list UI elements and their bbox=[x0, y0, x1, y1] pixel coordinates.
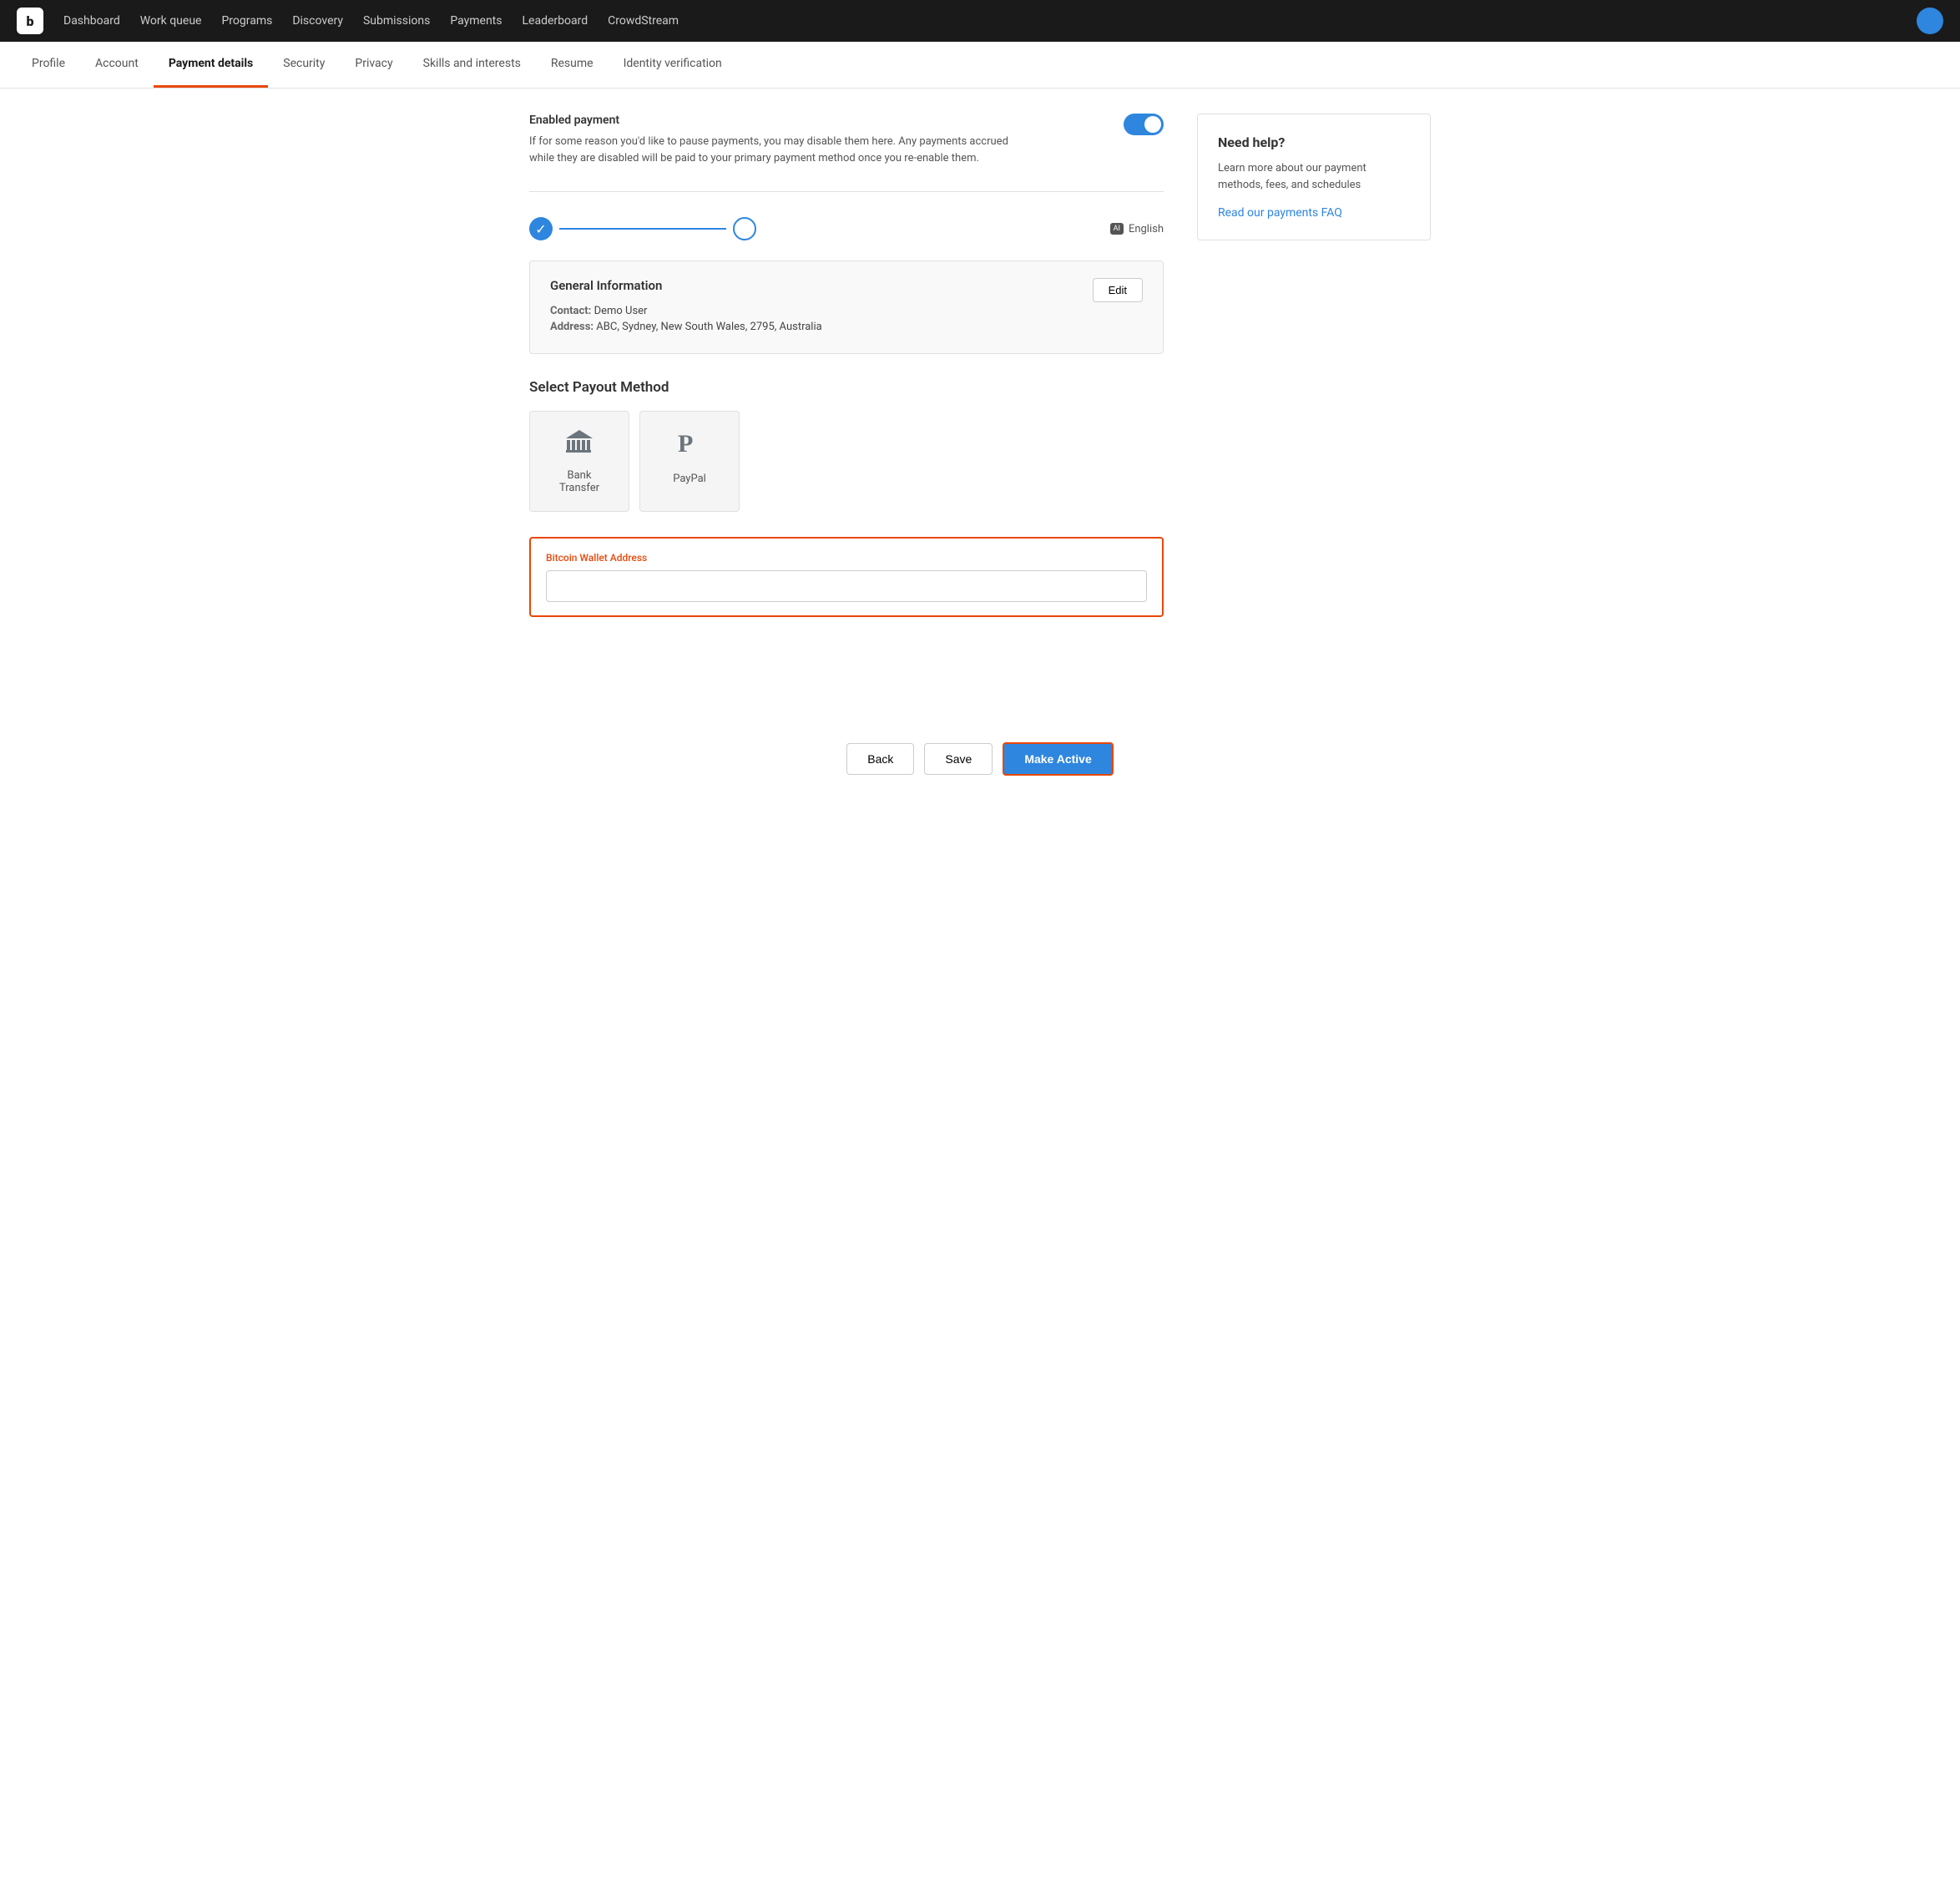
top-navigation: b Dashboard Work queue Programs Discover… bbox=[0, 0, 1960, 42]
payout-section-title: Select Payout Method bbox=[529, 379, 1164, 396]
nav-discovery[interactable]: Discovery bbox=[292, 14, 343, 28]
enabled-payment-section: Enabled payment If for some reason you'd… bbox=[529, 114, 1164, 192]
payment-toggle[interactable] bbox=[1124, 114, 1164, 135]
bank-transfer-icon bbox=[564, 428, 594, 461]
help-title: Need help? bbox=[1218, 134, 1410, 150]
logo[interactable]: b bbox=[17, 8, 43, 34]
nav-programs[interactable]: Programs bbox=[221, 14, 272, 28]
help-description: Learn more about our payment methods, fe… bbox=[1218, 160, 1410, 193]
bitcoin-section: Bitcoin Wallet Address bbox=[529, 537, 1164, 617]
bank-transfer-label: Bank Transfer bbox=[550, 469, 609, 494]
tab-payment-details[interactable]: Payment details bbox=[154, 42, 268, 88]
edit-button[interactable]: Edit bbox=[1093, 278, 1143, 302]
enabled-payment-text: Enabled payment If for some reason you'd… bbox=[529, 114, 1013, 166]
paypal-icon: P bbox=[676, 428, 703, 464]
step-2-circle bbox=[733, 217, 756, 240]
address-value: ABC, Sydney, New South Wales, 2795, Aust… bbox=[596, 321, 821, 333]
nav-leaderboard[interactable]: Leaderboard bbox=[523, 14, 589, 28]
stepper: ✓ AI English bbox=[529, 217, 1164, 240]
stepper-line bbox=[559, 228, 726, 230]
nav-dashboard[interactable]: Dashboard bbox=[63, 14, 120, 28]
sidebar: Need help? Learn more about our payment … bbox=[1197, 114, 1431, 240]
back-button[interactable]: Back bbox=[846, 743, 914, 775]
footer-actions: Back Save Make Active bbox=[0, 717, 1960, 809]
step-1-checkmark: ✓ bbox=[535, 221, 546, 237]
language-selector[interactable]: AI English bbox=[1110, 223, 1164, 235]
main-container: Enabled payment If for some reason you'd… bbox=[513, 89, 1447, 667]
nav-payments[interactable]: Payments bbox=[450, 14, 502, 28]
contact-label: Contact: bbox=[550, 305, 591, 317]
address-label: Address: bbox=[550, 321, 594, 333]
general-info-card: General Information Contact: Demo User A… bbox=[529, 261, 1164, 354]
paypal-label: PayPal bbox=[673, 473, 706, 485]
address-row: Address: ABC, Sydney, New South Wales, 2… bbox=[550, 321, 822, 333]
language-icon: AI bbox=[1110, 223, 1124, 235]
enabled-payment-desc: If for some reason you'd like to pause p… bbox=[529, 134, 1013, 166]
payout-bank-transfer[interactable]: Bank Transfer bbox=[529, 411, 629, 512]
nav-submissions[interactable]: Submissions bbox=[363, 14, 430, 28]
tab-privacy[interactable]: Privacy bbox=[340, 42, 407, 88]
help-link[interactable]: Read our payments FAQ bbox=[1218, 206, 1342, 220]
general-info-title: General Information bbox=[550, 278, 822, 293]
contact-value: Demo User bbox=[594, 305, 648, 317]
bitcoin-label: Bitcoin Wallet Address bbox=[546, 552, 1147, 564]
payout-paypal[interactable]: P PayPal bbox=[639, 411, 740, 512]
sub-navigation: Profile Account Payment details Security… bbox=[0, 42, 1960, 89]
payout-section: Select Payout Method bbox=[529, 379, 1164, 512]
step-1-circle: ✓ bbox=[529, 217, 553, 240]
nav-crowdstream[interactable]: CrowdStream bbox=[608, 14, 679, 28]
help-card: Need help? Learn more about our payment … bbox=[1197, 114, 1431, 240]
tab-skills-interests[interactable]: Skills and interests bbox=[408, 42, 536, 88]
svg-text:P: P bbox=[678, 430, 693, 458]
language-label: English bbox=[1129, 223, 1164, 235]
general-info-content: General Information Contact: Demo User A… bbox=[550, 278, 822, 336]
tab-identity-verification[interactable]: Identity verification bbox=[609, 42, 737, 88]
make-active-button[interactable]: Make Active bbox=[1003, 742, 1113, 776]
payout-methods: Bank Transfer P PayPal bbox=[529, 411, 1164, 512]
main-content: Enabled payment If for some reason you'd… bbox=[529, 114, 1164, 642]
save-button[interactable]: Save bbox=[924, 743, 993, 775]
bitcoin-wallet-input[interactable] bbox=[546, 570, 1147, 602]
user-avatar[interactable] bbox=[1917, 8, 1943, 34]
nav-workqueue[interactable]: Work queue bbox=[140, 14, 202, 28]
contact-row: Contact: Demo User bbox=[550, 305, 822, 317]
tab-resume[interactable]: Resume bbox=[536, 42, 609, 88]
tab-profile[interactable]: Profile bbox=[17, 42, 80, 88]
enabled-payment-title: Enabled payment bbox=[529, 114, 1013, 127]
tab-account[interactable]: Account bbox=[80, 42, 154, 88]
tab-security[interactable]: Security bbox=[268, 42, 340, 88]
